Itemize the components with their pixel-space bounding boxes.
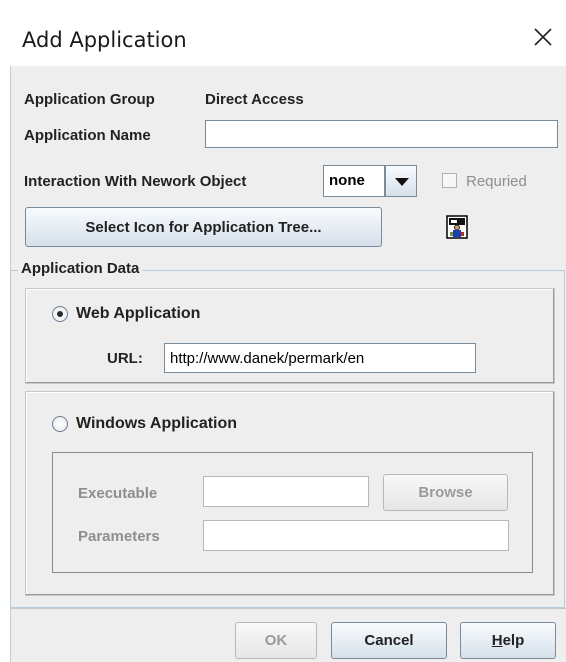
select-icon-button[interactable]: Select Icon for Application Tree...: [25, 207, 382, 247]
web-application-radio[interactable]: [52, 306, 68, 322]
application-name-label: Application Name: [24, 127, 151, 144]
dialog-titlebar: Add Application: [0, 0, 566, 66]
interaction-select[interactable]: none: [323, 165, 385, 197]
close-icon[interactable]: [530, 24, 556, 50]
ok-button[interactable]: OK: [235, 622, 317, 659]
cancel-button[interactable]: Cancel: [331, 622, 447, 659]
interaction-label: Interaction With Nework Object: [24, 173, 247, 190]
web-application-label: Web Application: [76, 305, 201, 322]
radio-selected-indicator: [57, 311, 63, 317]
parameters-input[interactable]: [203, 520, 509, 551]
browse-button[interactable]: Browse: [383, 474, 508, 511]
application-name-input[interactable]: [205, 120, 558, 148]
required-label: Requried: [466, 173, 527, 190]
windows-application-radio[interactable]: [52, 416, 68, 432]
executable-label: Executable: [78, 485, 158, 502]
application-data-title: Application Data: [18, 260, 143, 277]
executable-input[interactable]: [203, 476, 369, 507]
application-group-value: Direct Access: [205, 91, 304, 108]
interaction-dropdown-button[interactable]: [385, 165, 417, 197]
windows-application-label: Windows Application: [76, 415, 238, 432]
dialog-title: Add Application: [22, 28, 187, 52]
url-input[interactable]: [164, 343, 476, 373]
required-checkbox[interactable]: [442, 173, 457, 188]
help-button[interactable]: Help: [460, 622, 556, 659]
footer-separator: [10, 608, 566, 609]
url-label: URL:: [107, 350, 143, 367]
windows-application-fields: [52, 452, 533, 573]
chevron-down-icon: [395, 178, 409, 186]
application-group-label: Application Group: [24, 91, 155, 108]
parameters-label: Parameters: [78, 528, 160, 545]
application-tree-icon: [446, 215, 468, 239]
